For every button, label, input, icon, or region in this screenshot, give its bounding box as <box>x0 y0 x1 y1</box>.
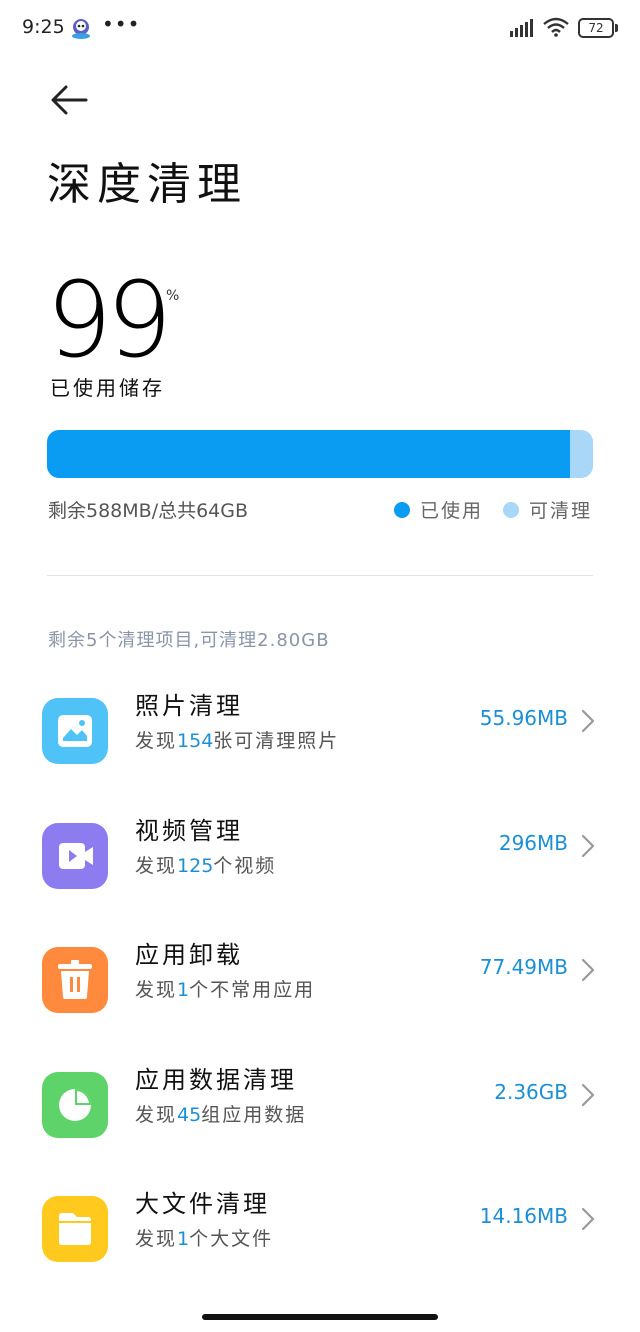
usage-label: 已使用储存 <box>50 376 165 400</box>
status-more-icon: ••• <box>102 12 141 36</box>
home-indicator[interactable] <box>202 1314 438 1320</box>
storage-summary: 剩余588MB/总共64GB <box>48 500 249 522</box>
item-title: 视频管理 <box>135 817 243 845</box>
legend-cleanable-label: 可清理 <box>528 500 592 522</box>
item-subtitle: 发现1个不常用应用 <box>135 979 316 1001</box>
list-item-large-file-clean[interactable]: 大文件清理 发现1个大文件 14.16MB <box>0 1184 640 1284</box>
list-item-video-manage[interactable]: 视频管理 发现125个视频 296MB <box>0 811 640 911</box>
wifi-icon <box>543 17 569 37</box>
photo-icon-tile <box>42 698 108 764</box>
legend-cleanable-dot <box>502 501 519 518</box>
item-subtitle: 发现125个视频 <box>135 855 277 877</box>
legend-used: 已使用 <box>393 496 483 523</box>
pie-chart-icon <box>59 1089 91 1121</box>
list-item-app-uninstall[interactable]: 应用卸载 发现1个不常用应用 77.49MB <box>0 935 640 1035</box>
storage-bar <box>47 430 593 478</box>
video-icon-tile <box>42 823 108 889</box>
chevron-right-icon <box>581 1207 595 1231</box>
page-title: 深度清理 <box>47 159 247 210</box>
chevron-right-icon <box>581 958 595 982</box>
battery-indicator: 72 <box>578 18 618 38</box>
uninstall-icon-tile <box>42 947 108 1013</box>
item-title: 应用卸载 <box>135 941 243 969</box>
chevron-right-icon <box>581 834 595 858</box>
item-size: 2.36GB <box>494 1080 568 1104</box>
app-avatar-icon <box>72 19 90 39</box>
item-count: 1 <box>177 1228 190 1250</box>
trash-icon <box>58 960 92 999</box>
item-title: 照片清理 <box>135 692 243 720</box>
storage-bar-cleanable <box>569 430 593 478</box>
chevron-right-icon <box>581 709 595 733</box>
usage-percent-unit: % <box>166 288 180 304</box>
status-bar: 9:25 ••• 72 <box>0 0 640 56</box>
item-count: 45 <box>177 1104 202 1126</box>
back-arrow-icon[interactable] <box>48 82 92 118</box>
item-count: 1 <box>177 979 190 1001</box>
section-divider <box>47 575 593 576</box>
video-icon <box>59 843 93 869</box>
item-size: 77.49MB <box>479 955 568 979</box>
item-subtitle: 发现45组应用数据 <box>135 1104 307 1126</box>
item-subtitle: 发现154张可清理照片 <box>135 730 340 752</box>
storage-legend: 已使用 可清理 <box>374 496 592 523</box>
item-subtitle: 发现1个大文件 <box>135 1228 274 1250</box>
legend-cleanable: 可清理 <box>502 496 592 523</box>
large-file-icon-tile <box>42 1196 108 1262</box>
chevron-right-icon <box>581 1083 595 1107</box>
status-time: 9:25 <box>22 16 65 38</box>
item-size: 55.96MB <box>479 706 568 730</box>
item-count: 125 <box>177 855 214 877</box>
legend-used-label: 已使用 <box>419 500 483 522</box>
battery-level: 72 <box>578 18 614 38</box>
storage-bar-used <box>47 430 570 478</box>
item-size: 14.16MB <box>479 1204 568 1228</box>
list-item-app-data-clean[interactable]: 应用数据清理 发现45组应用数据 2.36GB <box>0 1060 640 1160</box>
signal-icon <box>510 19 533 37</box>
usage-percent-value: 99 <box>46 259 172 381</box>
app-data-icon-tile <box>42 1072 108 1138</box>
item-title: 大文件清理 <box>135 1190 270 1218</box>
item-title: 应用数据清理 <box>135 1066 297 1094</box>
item-count: 154 <box>177 730 214 752</box>
folder-icon <box>59 1213 91 1245</box>
clean-items-summary: 剩余5个清理项目,可清理2.80GB <box>48 630 330 651</box>
item-size: 296MB <box>498 831 568 855</box>
legend-used-dot <box>393 501 410 518</box>
list-item-photo-clean[interactable]: 照片清理 发现154张可清理照片 55.96MB <box>0 686 640 786</box>
battery-tip <box>615 24 618 32</box>
image-icon <box>58 715 92 747</box>
